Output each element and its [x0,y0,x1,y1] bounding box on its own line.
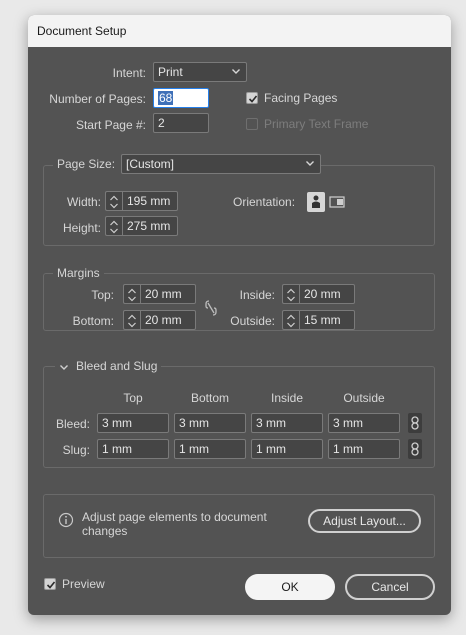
margin-bottom-input[interactable]: 20 mm [140,310,196,330]
link-icon [411,416,419,430]
preview-label: Preview [62,577,105,591]
preview-checkbox[interactable] [44,578,56,590]
intent-label: Intent: [112,66,146,80]
landscape-button[interactable] [328,192,346,212]
intent-value: Print [158,65,183,79]
slug-inside-input[interactable]: 1 mm [251,439,323,459]
slug-top-value: 1 mm [102,442,132,456]
margin-top-input[interactable]: 20 mm [140,284,196,304]
checkmark-icon [248,95,258,103]
bleed-inside-input[interactable]: 3 mm [251,413,323,433]
primary-text-frame-label: Primary Text Frame [264,117,369,131]
facing-pages-label: Facing Pages [264,91,338,105]
bleed-bottom-value: 3 mm [179,416,209,430]
column-header-bottom: Bottom [190,391,229,405]
height-label: Height: [62,221,101,235]
bleed-label: Bleed: [55,417,90,431]
column-header-top: Top [123,391,143,405]
column-header-inside: Inside [270,391,304,405]
adjust-layout-button[interactable]: Adjust Layout... [308,509,421,533]
bleed-link-button[interactable] [408,413,422,433]
slug-bottom-value: 1 mm [179,442,209,456]
start-page-input[interactable]: 2 [153,113,209,133]
number-of-pages-input[interactable]: 68 [153,88,209,108]
stepper-icon [128,314,136,328]
height-stepper[interactable] [105,216,122,236]
primary-text-frame-checkbox[interactable] [246,118,258,130]
stepper-icon [110,220,118,234]
page-size-label: Page Size: [53,157,121,171]
bleed-top-value: 3 mm [102,416,132,430]
width-label: Width: [66,195,101,209]
start-page-value: 2 [158,116,165,130]
slug-link-button[interactable] [408,439,422,459]
margin-inside-stepper[interactable] [282,284,299,304]
slug-bottom-input[interactable]: 1 mm [174,439,246,459]
page-size-value: [Custom] [126,157,175,171]
slug-outside-value: 1 mm [333,442,363,456]
landscape-icon [329,196,345,208]
margins-title: Margins [53,266,104,280]
margin-outside-label: Outside: [230,314,275,328]
slug-outside-input[interactable]: 1 mm [328,439,400,459]
link-icon [411,442,419,456]
intent-dropdown[interactable]: Print [153,62,247,82]
collapse-chevron-icon [60,364,68,370]
margin-inside-label: Inside: [239,288,275,302]
margin-inside-input[interactable]: 20 mm [299,284,355,304]
chevron-down-icon [232,69,240,74]
ok-button[interactable]: OK [245,574,335,600]
margin-bottom-stepper[interactable] [123,310,140,330]
margin-bottom-label: Bottom: [72,314,114,328]
bleed-top-input[interactable]: 3 mm [97,413,169,433]
start-page-label: Start Page #: [75,118,146,132]
width-value: 195 mm [127,194,171,208]
portrait-button[interactable] [307,192,325,212]
margin-outside-input[interactable]: 15 mm [299,310,355,330]
title-bar: Document Setup [28,15,451,47]
link-icon [205,300,217,316]
bleed-slug-title: Bleed and Slug [76,359,158,373]
orientation-label: Orientation: [233,195,296,209]
height-input[interactable]: 275 mm [122,216,178,236]
margin-top-label: Top: [91,288,114,302]
margins-link-button[interactable] [204,299,218,317]
bleed-inside-value: 3 mm [256,416,286,430]
stepper-icon [128,288,136,302]
chevron-down-icon [306,161,314,166]
document-setup-dialog: Document Setup Intent: Print Number of P… [28,15,451,615]
checkmark-icon [46,581,56,589]
bleed-bottom-input[interactable]: 3 mm [174,413,246,433]
margin-outside-value: 15 mm [304,313,341,327]
facing-pages-checkbox[interactable] [246,92,258,104]
cancel-button[interactable]: Cancel [345,574,435,600]
info-icon [58,512,74,528]
slug-inside-value: 1 mm [256,442,286,456]
slug-top-input[interactable]: 1 mm [97,439,169,459]
page-size-dropdown[interactable]: [Custom] [121,154,321,174]
stepper-icon [287,288,295,302]
stepper-icon [110,195,118,209]
stepper-icon [287,314,295,328]
width-stepper[interactable] [105,191,122,211]
slug-label: Slug: [62,443,90,457]
margin-outside-stepper[interactable] [282,310,299,330]
column-header-outside: Outside [343,391,385,405]
portrait-icon [312,195,320,208]
margin-top-stepper[interactable] [123,284,140,304]
bleed-outside-value: 3 mm [333,416,363,430]
number-of-pages-value: 68 [158,91,174,105]
bleed-outside-input[interactable]: 3 mm [328,413,400,433]
margin-bottom-value: 20 mm [145,313,182,327]
bleed-slug-header[interactable]: Bleed and Slug [55,359,162,373]
adjust-text: Adjust page elements to document changes [82,510,267,538]
width-input[interactable]: 195 mm [122,191,178,211]
height-value: 275 mm [127,219,171,233]
number-of-pages-label: Number of Pages: [49,92,146,106]
margin-inside-value: 20 mm [304,287,341,301]
window-title: Document Setup [37,24,127,38]
margin-top-value: 20 mm [145,287,182,301]
